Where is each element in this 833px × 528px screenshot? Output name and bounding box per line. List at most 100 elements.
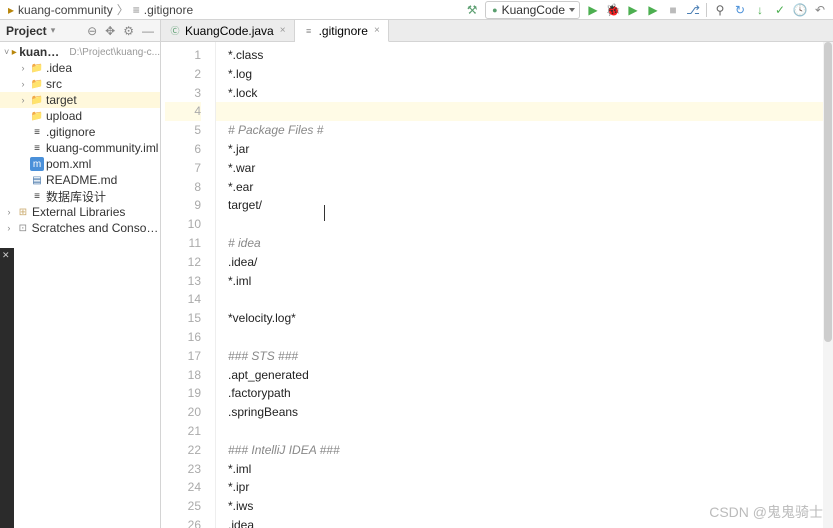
code[interactable]: *.class*.log*.lock # Package Files #*.jar… — [216, 42, 833, 528]
code-line[interactable]: *velocity.log* — [228, 309, 821, 328]
coverage-icon[interactable]: ▶ — [626, 3, 640, 17]
line-number: 10 — [165, 215, 201, 234]
history-icon[interactable]: 🕓 — [793, 3, 807, 17]
code-line[interactable]: ### STS ### — [228, 347, 821, 366]
code-line[interactable] — [228, 422, 821, 441]
tab--gitignore[interactable]: ≡.gitignore× — [295, 20, 389, 42]
tree-item[interactable]: ≡kuang-community.iml — [0, 140, 160, 156]
line-number: 15 — [165, 309, 201, 328]
line-number: 9 — [165, 196, 201, 215]
line-number: 4 — [165, 102, 201, 121]
close-icon[interactable]: × — [374, 25, 380, 36]
expand-icon[interactable]: › — [18, 63, 28, 73]
close-icon[interactable]: ✕ — [2, 250, 10, 261]
expand-icon[interactable]: ˅ — [4, 47, 9, 57]
line-number: 21 — [165, 422, 201, 441]
code-line[interactable]: .idea/ — [228, 253, 821, 272]
external-libraries[interactable]: › ⊞ External Libraries — [0, 204, 160, 220]
code-line[interactable]: *.lock — [228, 84, 821, 103]
scrollbar-thumb[interactable] — [824, 42, 832, 342]
hide-icon[interactable]: — — [142, 24, 154, 38]
commit-icon[interactable]: ✓ — [773, 3, 787, 17]
code-line[interactable]: *.log — [228, 65, 821, 84]
git-icon[interactable]: ⎇ — [686, 3, 700, 17]
code-line[interactable]: target/ — [228, 196, 821, 215]
tree-item[interactable]: 📁upload — [0, 108, 160, 124]
code-line[interactable]: # Package Files # — [228, 121, 821, 140]
toolbar: ⚒ ● KuangCode ▶ 🐞 ▶ ▶ ■ ⎇ ⚲ ↻ ↓ ✓ 🕓 ↶ — [465, 0, 827, 20]
tab-KuangCode-java[interactable]: ⒸKuangCode.java× — [161, 20, 295, 41]
tree-root[interactable]: ˅ ▸ kuang-community D:\Project\kuang-c..… — [0, 44, 160, 60]
line-number: 17 — [165, 347, 201, 366]
tree-item[interactable]: ›📁src — [0, 76, 160, 92]
code-line[interactable]: *.iml — [228, 272, 821, 291]
code-line[interactable]: *.class — [228, 46, 821, 65]
libraries-icon: ⊞ — [16, 205, 30, 219]
line-number: 20 — [165, 403, 201, 422]
code-line[interactable] — [228, 215, 821, 234]
code-line[interactable]: # idea — [228, 234, 821, 253]
code-line[interactable] — [228, 328, 821, 347]
code-line[interactable] — [228, 290, 821, 309]
code-line[interactable]: ### IntelliJ IDEA ### — [228, 441, 821, 460]
line-number: 1 — [165, 46, 201, 65]
expand-icon[interactable]: › — [4, 207, 14, 217]
code-line[interactable]: .idea — [228, 516, 821, 528]
line-number: 16 — [165, 328, 201, 347]
stop-icon[interactable]: ■ — [666, 3, 680, 17]
java-icon: Ⓒ — [169, 25, 181, 37]
debug-icon[interactable]: 🐞 — [606, 3, 620, 17]
tree-item[interactable]: mpom.xml — [0, 156, 160, 172]
line-number: 5 — [165, 121, 201, 140]
expand-icon[interactable]: › — [18, 95, 28, 105]
breadcrumb-file[interactable]: .gitignore — [144, 3, 193, 17]
expand-icon[interactable]: › — [18, 79, 28, 89]
code-line[interactable]: *.ear — [228, 178, 821, 197]
tree-item[interactable]: ≡数据库设计 — [0, 188, 160, 204]
panel-title[interactable]: Project — [6, 24, 47, 38]
line-number: 26 — [165, 516, 201, 528]
code-line[interactable]: *.war — [228, 159, 821, 178]
code-line[interactable]: .factorypath — [228, 384, 821, 403]
tree-item[interactable]: ≡.gitignore — [0, 124, 160, 140]
breadcrumb-separator: 〉 — [117, 1, 129, 18]
line-number: 14 — [165, 290, 201, 309]
git-icon: ≡ — [303, 25, 315, 37]
gutter: 1234567891011121314151617181920212223242… — [161, 42, 216, 528]
select-icon[interactable]: ✥ — [105, 24, 115, 38]
build-icon[interactable]: ⚒ — [465, 3, 479, 17]
tree-item[interactable]: ›📁target — [0, 92, 160, 108]
editor: ⒸKuangCode.java×≡.gitignore× 12345678910… — [161, 20, 833, 528]
code-line[interactable]: *.jar — [228, 140, 821, 159]
code-line[interactable] — [216, 102, 833, 121]
update-icon[interactable]: ↓ — [753, 3, 767, 17]
run-config-selector[interactable]: ● KuangCode — [485, 1, 580, 19]
refresh-icon[interactable]: ↻ — [733, 3, 747, 17]
search-icon[interactable]: ⚲ — [713, 3, 727, 17]
revert-icon[interactable]: ↶ — [813, 3, 827, 17]
code-line[interactable]: .springBeans — [228, 403, 821, 422]
line-number: 23 — [165, 460, 201, 479]
line-number: 8 — [165, 178, 201, 197]
expand-icon[interactable]: › — [4, 223, 14, 233]
breadcrumb-project[interactable]: kuang-community — [18, 3, 113, 17]
run-icon[interactable]: ▶ — [586, 3, 600, 17]
code-line[interactable]: *.iml — [228, 460, 821, 479]
close-icon[interactable]: × — [280, 25, 286, 36]
code-area[interactable]: 1234567891011121314151617181920212223242… — [161, 42, 833, 528]
src-icon: 📁 — [30, 77, 44, 91]
settings-icon[interactable]: ⚙ — [123, 24, 134, 38]
tree-item[interactable]: ▤README.md — [0, 172, 160, 188]
tree-item[interactable]: ›📁.idea — [0, 60, 160, 76]
profile-icon[interactable]: ▶ — [646, 3, 660, 17]
scratches[interactable]: › ⊡ Scratches and Consoles — [0, 220, 160, 236]
code-line[interactable]: .apt_generated — [228, 366, 821, 385]
dropdown-icon[interactable]: ▾ — [51, 25, 56, 36]
code-line[interactable]: *.iws — [228, 497, 821, 516]
code-line[interactable]: *.ipr — [228, 478, 821, 497]
file-icon: ≡ — [30, 189, 44, 203]
collapse-icon[interactable]: ⊖ — [87, 24, 97, 38]
project-tree: ˅ ▸ kuang-community D:\Project\kuang-c..… — [0, 42, 160, 238]
md-icon: ▤ — [30, 173, 44, 187]
project-icon: ▸ — [8, 3, 14, 17]
